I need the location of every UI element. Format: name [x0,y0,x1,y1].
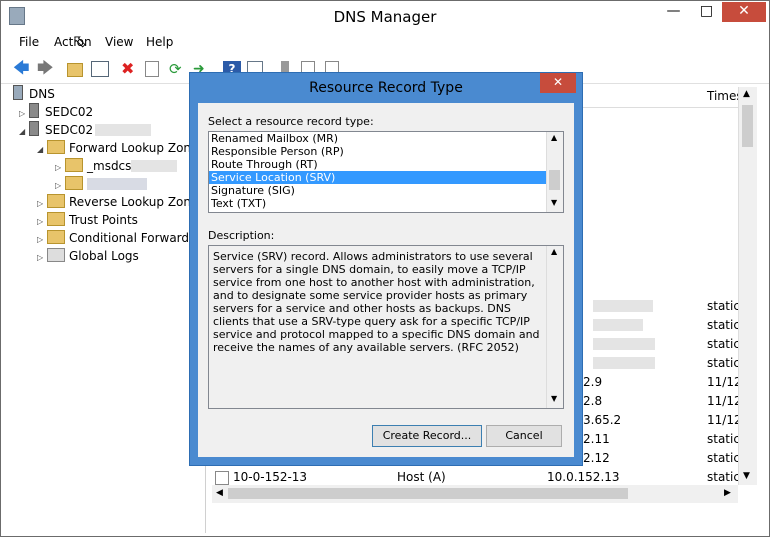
scroll-right-icon[interactable]: ▶ [724,488,731,498]
menu-file[interactable]: File [19,35,39,49]
folder-icon [47,212,65,226]
folder-icon [47,140,65,154]
description-text: Service (SRV) record. Allows administrat… [213,250,540,354]
redacted-text [95,124,152,136]
menu-bar: File Action View Help [1,31,769,53]
minimize-button[interactable]: — [657,2,690,22]
folder-icon [47,194,65,208]
list-item[interactable]: Route Through (RT) [209,158,563,171]
tree-node-label: _msdcs [87,159,132,173]
record-type-list[interactable]: Renamed Mailbox (MR) Responsible Person … [208,131,564,213]
collapse-arrow-icon[interactable]: ◢ [19,123,29,141]
scroll-up-icon[interactable]: ▲ [551,133,557,142]
tree-node-msdcs[interactable]: ▷ _msdcs [9,157,205,175]
description-label: Description: [208,229,275,242]
redacted-text [87,178,147,190]
scroll-down-icon[interactable]: ▼ [551,394,557,403]
redacted-text [593,300,653,312]
tree-node-label: Global Logs [69,249,139,263]
scroll-thumb[interactable] [549,170,560,190]
dns-icon [13,85,23,100]
forward-icon[interactable]: 🡆 [37,60,55,77]
tree-node-label: Forward Lookup Zone [69,141,199,155]
refresh-icon[interactable]: ⟳ [169,61,187,77]
tree-node-global-logs[interactable]: ▷ Global Logs [9,247,205,265]
folder-icon [47,230,65,244]
title-bar: DNS Manager — □ ✕ [1,1,769,31]
list-item[interactable]: Service Location (SRV) [209,171,563,184]
scroll-left-icon[interactable]: ◀ [216,488,223,498]
tree-node-zone[interactable]: ▷ [9,175,205,193]
tree-node-label: Trust Points [69,213,138,227]
tree-node-reverse-lookup[interactable]: ▷ Reverse Lookup Zone [9,193,205,211]
redacted-text [593,338,655,350]
zone-folder-icon [65,176,83,190]
window-title: DNS Manager [333,8,437,26]
maximize-button[interactable]: □ [690,2,723,22]
scroll-down-icon[interactable]: ▼ [743,471,750,481]
tree-node-label: SEDC02 [45,123,94,137]
delete-icon[interactable]: ✖ [121,61,139,77]
dialog-title: Resource Record Type [309,80,463,96]
list-item[interactable]: Signature (SIG) [209,184,563,197]
redacted-text [593,319,643,331]
tree-node-trust-points[interactable]: ▷ Trust Points [9,211,205,229]
back-icon[interactable]: 🡄 [13,60,31,77]
record-icon [215,471,229,485]
properties-icon[interactable] [145,61,159,77]
tree-node-dns[interactable]: DNS [9,85,205,103]
tree-node-server-2[interactable]: ◢ SEDC02 [9,121,205,139]
server-icon [29,103,39,118]
menu-view[interactable]: View [105,35,133,49]
tree-node-conditional-forwarders[interactable]: ▷ Conditional Forwarde [9,229,205,247]
expand-arrow-icon[interactable]: ▷ [37,249,47,267]
logs-icon [47,248,65,262]
mouse-cursor-icon: ⬁ [72,31,88,52]
create-record-button[interactable]: Create Record... [372,425,482,447]
console-tree: DNS ▷ SEDC02 ◢ SEDC02 ◢ Forward Lookup Zone… [9,85,206,533]
up-folder-icon[interactable] [67,63,83,77]
tree-node-label: Reverse Lookup Zone [69,195,199,209]
tree-node-label: DNS [29,87,55,101]
server-icon [29,121,39,136]
scroll-up-icon[interactable]: ▲ [551,247,557,256]
list-item[interactable]: Renamed Mailbox (MR) [209,132,563,145]
scroll-down-icon[interactable]: ▼ [551,198,557,207]
resource-record-type-dialog: Resource Record Type ✕ Select a resource… [189,72,583,466]
scroll-up-icon[interactable]: ▲ [743,89,750,99]
redacted-text [131,160,178,172]
scroll-thumb[interactable] [742,105,753,147]
collapse-arrow-icon[interactable]: ◢ [37,141,47,159]
description-scrollbar[interactable]: ▲ ▼ [546,246,563,408]
scroll-thumb[interactable] [228,488,628,499]
tree-node-forward-lookup[interactable]: ◢ Forward Lookup Zone [9,139,205,157]
show-hide-tree-icon[interactable] [91,61,109,77]
tree-node-server-1[interactable]: ▷ SEDC02 [9,103,205,121]
dialog-close-button[interactable]: ✕ [540,73,576,93]
redacted-text [593,357,655,369]
list-item[interactable]: Text (TXT) [209,197,563,210]
select-type-label: Select a resource record type: [208,115,374,128]
menu-help[interactable]: Help [146,35,173,49]
cancel-button[interactable]: Cancel [486,425,562,447]
list-scrollbar[interactable]: ▲ ▼ [546,132,563,212]
horizontal-scrollbar[interactable]: ◀ ▶ [212,485,738,503]
close-button[interactable]: ✕ [722,2,766,22]
tree-node-label: SEDC02 [45,105,94,119]
zone-folder-icon [65,158,83,172]
tree-node-label: Conditional Forwarde [69,231,197,245]
vertical-scrollbar[interactable]: ▲ ▼ [738,87,757,485]
list-item[interactable]: Responsible Person (RP) [209,145,563,158]
description-box: Service (SRV) record. Allows administrat… [208,245,564,409]
dialog-body: Select a resource record type: Renamed M… [198,103,574,457]
